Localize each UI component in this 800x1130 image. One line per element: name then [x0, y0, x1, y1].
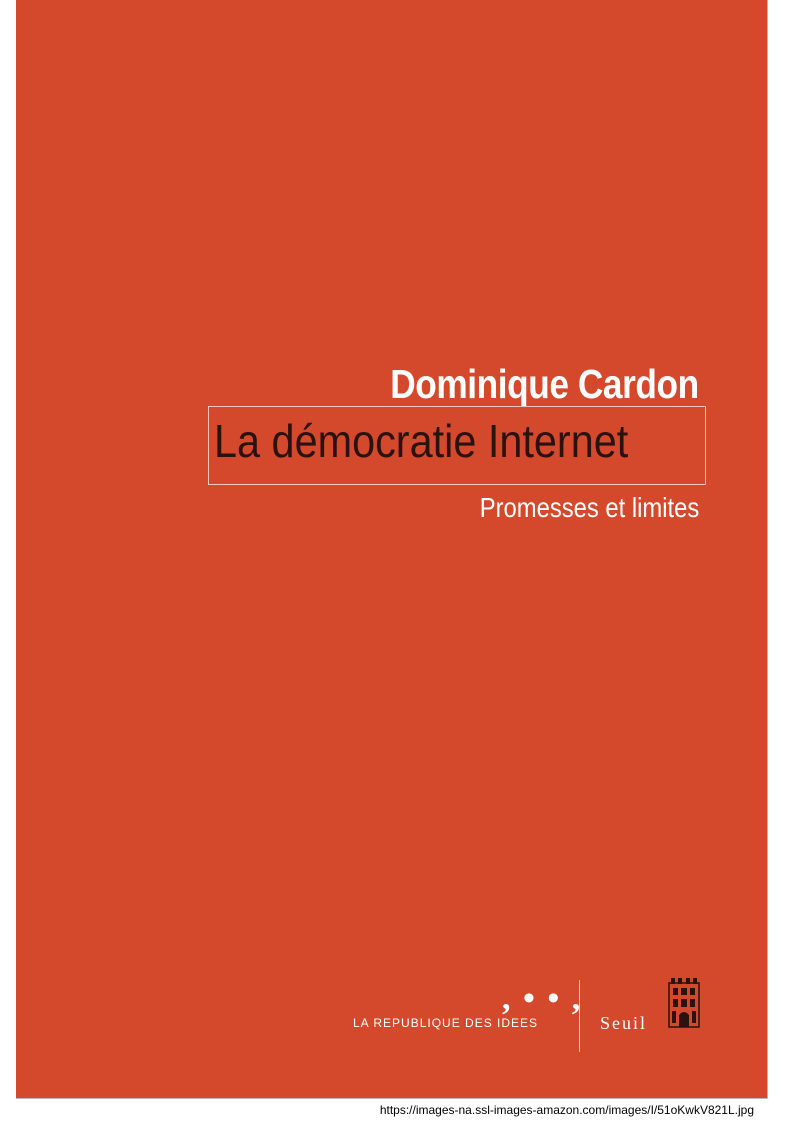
- publisher-name: Seuil: [600, 1013, 648, 1033]
- book-title: La démocratie Internet: [214, 415, 629, 467]
- book-cover: Dominique Cardon La démocratie Internet …: [16, 0, 768, 1099]
- page: Dominique Cardon La démocratie Internet …: [0, 0, 800, 1130]
- collection-name: LA REPUBLIQUE DES IDEES: [353, 1016, 539, 1030]
- source-url: https://images-na.ssl-images-amazon.com/…: [379, 1103, 754, 1117]
- author-name: Dominique Cardon: [390, 361, 700, 407]
- seuil-seal-icon: [668, 978, 700, 1028]
- divider: [579, 980, 580, 1052]
- collection-logo-icon: , • • ,: [502, 980, 583, 1017]
- book-subtitle: Promesses et limites: [479, 492, 699, 523]
